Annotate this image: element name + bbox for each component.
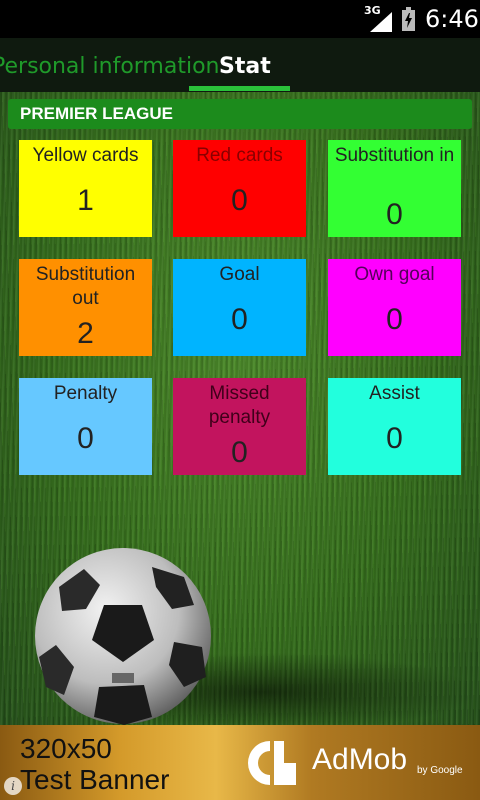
stat-label: Missed penalty bbox=[208, 383, 271, 428]
stats-content: PREMIER LEAGUE Yellow cards 1 Red cards … bbox=[0, 92, 480, 725]
ad-size-label: 320x50 bbox=[20, 733, 112, 764]
info-icon[interactable]: i bbox=[4, 777, 22, 795]
stat-label: Yellow cards bbox=[32, 145, 139, 166]
status-bar: 3G 6:46 bbox=[0, 0, 480, 38]
stat-value: 0 bbox=[386, 422, 403, 455]
stat-label: Own goal bbox=[354, 264, 435, 285]
stat-value: 1 bbox=[77, 184, 94, 217]
signal-icon bbox=[370, 12, 392, 32]
league-title: PREMIER LEAGUE bbox=[20, 104, 174, 123]
tab-stat[interactable]: Stat bbox=[219, 54, 271, 79]
stat-card-red-cards[interactable]: Red cards 0 bbox=[173, 140, 306, 237]
stat-card-assist[interactable]: Assist 0 bbox=[328, 378, 461, 475]
stat-card-own-goal[interactable]: Own goal 0 bbox=[328, 259, 461, 356]
stat-value: 0 bbox=[231, 303, 248, 336]
stat-value: 0 bbox=[386, 198, 403, 231]
stat-card-goal[interactable]: Goal 0 bbox=[173, 259, 306, 356]
ad-test-banner-text: 320x50 Test Banner bbox=[20, 733, 169, 795]
stat-label: Substitution in bbox=[334, 145, 455, 166]
stat-label: Assist bbox=[369, 383, 420, 404]
battery-icon bbox=[402, 7, 415, 31]
ad-banner-label: Test Banner bbox=[20, 764, 170, 795]
stat-card-substitution-in[interactable]: Substitution in 0 bbox=[328, 140, 461, 237]
admob-brand: AdMob bbox=[312, 743, 408, 776]
admob-brand-sub: by Google bbox=[417, 765, 463, 776]
stat-card-substitution-out[interactable]: Substitution out 2 bbox=[19, 259, 152, 356]
stat-value: 2 bbox=[77, 317, 94, 350]
league-header: PREMIER LEAGUE bbox=[8, 99, 472, 129]
stat-value: 0 bbox=[231, 184, 248, 217]
tab-bar: Personal information Stat bbox=[0, 38, 480, 92]
stat-card-penalty[interactable]: Penalty 0 bbox=[19, 378, 152, 475]
stat-value: 0 bbox=[386, 303, 403, 336]
ad-banner[interactable]: 320x50 Test Banner AdMob by Google i bbox=[0, 725, 480, 800]
soccer-ball-image bbox=[35, 548, 211, 725]
stat-card-yellow-cards[interactable]: Yellow cards 1 bbox=[19, 140, 152, 237]
stat-label: Penalty bbox=[53, 383, 118, 404]
stat-value: 0 bbox=[231, 436, 248, 469]
admob-logo-icon bbox=[248, 741, 296, 785]
stat-label: Red cards bbox=[196, 145, 283, 166]
tab-personal-information[interactable]: Personal information bbox=[0, 54, 220, 79]
stat-card-missed-penalty[interactable]: Missed penalty 0 bbox=[173, 378, 306, 475]
stat-label: Substitution out bbox=[35, 264, 136, 309]
clock: 6:46 bbox=[425, 5, 479, 33]
tab-indicator bbox=[189, 86, 290, 91]
stat-label: Goal bbox=[219, 264, 260, 285]
stat-value: 0 bbox=[77, 422, 94, 455]
